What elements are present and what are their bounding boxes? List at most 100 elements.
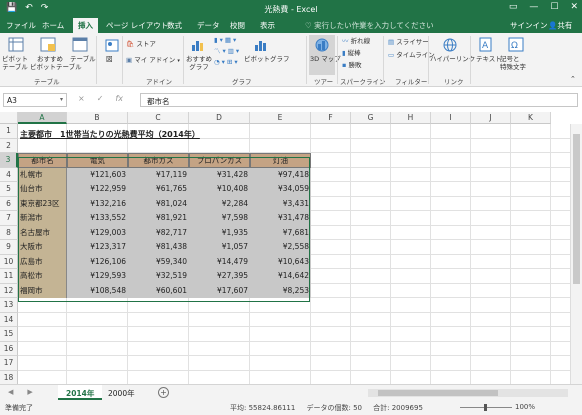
- select-all-corner[interactable]: [0, 112, 18, 124]
- scroll-thumb[interactable]: [573, 134, 580, 284]
- sheet-tab-2014[interactable]: 2014年: [58, 385, 103, 400]
- row-header-17[interactable]: 17: [0, 356, 18, 371]
- horizontal-scrollbar[interactable]: [368, 389, 568, 397]
- next-sheet-icon[interactable]: ▶: [27, 388, 32, 396]
- name-box[interactable]: A3 ▾: [3, 93, 67, 107]
- recommended-pivot-button[interactable]: おすすめ ピボットテーブル: [30, 55, 82, 71]
- sparkline-column-button[interactable]: ▮ 縦棒: [342, 49, 361, 57]
- column-chart-icon[interactable]: ▮▾: [214, 36, 225, 44]
- tab-data[interactable]: データ: [197, 20, 220, 31]
- column-header-h[interactable]: H: [391, 112, 431, 124]
- signin-link[interactable]: サインイン: [510, 20, 548, 31]
- prev-sheet-icon[interactable]: ◀: [8, 388, 13, 396]
- scroll-thumb[interactable]: [378, 390, 498, 396]
- hyperlink-button[interactable]: ハイパーリンク: [430, 55, 475, 63]
- group-label-tours: ツアー: [314, 78, 334, 86]
- row-header-6[interactable]: 6: [0, 196, 18, 211]
- tab-insert[interactable]: 挿入: [73, 18, 98, 33]
- tab-review[interactable]: 校閲: [230, 20, 245, 31]
- pivot-chart-button[interactable]: ピボットグラフ: [244, 55, 290, 63]
- tab-formulas[interactable]: 数式: [167, 20, 182, 31]
- row-header-4[interactable]: 4: [0, 167, 18, 182]
- row-header-11[interactable]: 11: [0, 269, 18, 284]
- row-header-8[interactable]: 8: [0, 225, 18, 240]
- illustrations-button[interactable]: 図: [106, 55, 113, 63]
- row-header-18[interactable]: 18: [0, 370, 18, 384]
- ribbon-separator: [337, 36, 338, 84]
- sparkline-line-button[interactable]: 〰 折れ線: [342, 37, 370, 45]
- zoom-knob[interactable]: [484, 404, 487, 411]
- formula-bar: A3 ▾ × ✓ fx 都市名: [0, 88, 582, 112]
- maximize-icon[interactable]: ☐: [550, 2, 558, 12]
- column-header-i[interactable]: I: [431, 112, 471, 124]
- row-header-10[interactable]: 10: [0, 254, 18, 269]
- line-chart-icon[interactable]: 〽▾: [214, 47, 228, 55]
- column-header-b[interactable]: B: [67, 112, 128, 124]
- close-icon[interactable]: ✕: [570, 2, 578, 12]
- column-header-g[interactable]: G: [351, 112, 391, 124]
- add-sheet-icon[interactable]: +: [158, 387, 169, 398]
- my-addins-button[interactable]: ▣ マイ アドイン ▾: [126, 56, 180, 65]
- ribbon-display-icon[interactable]: ▭: [509, 2, 518, 12]
- column-header-j[interactable]: J: [471, 112, 511, 124]
- row-header-9[interactable]: 9: [0, 240, 18, 255]
- minimize-icon[interactable]: —: [529, 2, 538, 12]
- row-header-16[interactable]: 16: [0, 341, 18, 356]
- row-header-14[interactable]: 14: [0, 312, 18, 327]
- row-header-2[interactable]: 2: [0, 138, 18, 153]
- column-header-c[interactable]: C: [128, 112, 189, 124]
- cancel-icon[interactable]: ×: [78, 94, 85, 103]
- formula-buttons: × ✓ fx: [78, 94, 123, 103]
- tell-me-search[interactable]: ♡ 実行したい作業を入力してください: [305, 20, 434, 31]
- row-header-12[interactable]: 12: [0, 283, 18, 298]
- row-header-1[interactable]: 1: [0, 124, 18, 139]
- group-label-addins: アドイン: [146, 78, 172, 86]
- pivot-table-button[interactable]: ピボット テーブル: [2, 55, 28, 71]
- row-header-5[interactable]: 5: [0, 182, 18, 197]
- sheet-tab-2000[interactable]: 2000年: [100, 385, 143, 400]
- function-icon[interactable]: fx: [115, 94, 123, 103]
- formula-input[interactable]: 都市名: [140, 93, 578, 107]
- status-sum: 合計: 2009695: [373, 404, 423, 412]
- tab-file[interactable]: ファイル: [6, 20, 36, 31]
- hierarchy-chart-icon[interactable]: ▦▾: [225, 36, 238, 44]
- symbol-icon: Ω: [508, 37, 524, 52]
- row-header-15[interactable]: 15: [0, 327, 18, 342]
- recommended-charts-button[interactable]: おすすめ グラフ: [186, 55, 212, 71]
- column-header-f[interactable]: F: [311, 112, 351, 124]
- addins-icon: ▣: [126, 56, 133, 64]
- tab-view[interactable]: 表示: [260, 20, 275, 31]
- store-button[interactable]: 🛍 ストア: [126, 40, 156, 48]
- tab-page-layout[interactable]: ページ レイアウト: [106, 20, 168, 31]
- ribbon-separator: [383, 36, 384, 84]
- sparkline-winloss-button[interactable]: ▪ 勝敗: [342, 61, 361, 69]
- tab-home[interactable]: ホーム: [42, 20, 64, 31]
- combo-chart-icon[interactable]: ⊞▾: [227, 58, 240, 66]
- vertical-scrollbar[interactable]: [570, 124, 582, 384]
- enter-icon[interactable]: ✓: [97, 94, 104, 103]
- gridline-horizontal: [18, 340, 582, 342]
- sheet-title[interactable]: 主要都市 1世帯当たりの光熱費平均（2014年）: [18, 129, 200, 140]
- share-button[interactable]: 👤共有: [548, 20, 572, 31]
- chart-type-row-2: 〽▾▥▾: [214, 47, 241, 55]
- zoom-level[interactable]: 100%: [515, 403, 535, 411]
- symbols-button[interactable]: 記号と 特殊文字: [500, 55, 526, 71]
- column-header-a[interactable]: A: [18, 112, 67, 124]
- row-header-7[interactable]: 7: [0, 211, 18, 226]
- text-button[interactable]: テキスト: [476, 55, 502, 63]
- row-header-13[interactable]: 13: [0, 298, 18, 313]
- column-header-e[interactable]: E: [250, 112, 311, 124]
- status-count: データの個数: 50: [306, 404, 363, 412]
- pie-chart-icon[interactable]: ◔▾: [214, 58, 227, 66]
- column-header-d[interactable]: D: [189, 112, 250, 124]
- worksheet-grid[interactable]: ABCDEFGHIJK 1 2 3 4 5 6 7 8 9 10 11 12 13 14 15 16 17 18 …: [0, 112, 582, 384]
- table-button[interactable]: テーブル: [70, 55, 96, 63]
- slicer-button[interactable]: ▤ スライサー: [388, 38, 429, 46]
- statistic-chart-icon[interactable]: ▥▾: [228, 47, 241, 55]
- row-header-3[interactable]: 3: [0, 153, 18, 168]
- svg-text:Ω: Ω: [511, 41, 518, 51]
- ribbon-separator: [428, 36, 429, 84]
- collapse-ribbon-icon[interactable]: ⌃: [570, 75, 576, 83]
- column-header-k[interactable]: K: [511, 112, 551, 124]
- zoom-slider[interactable]: [460, 404, 512, 411]
